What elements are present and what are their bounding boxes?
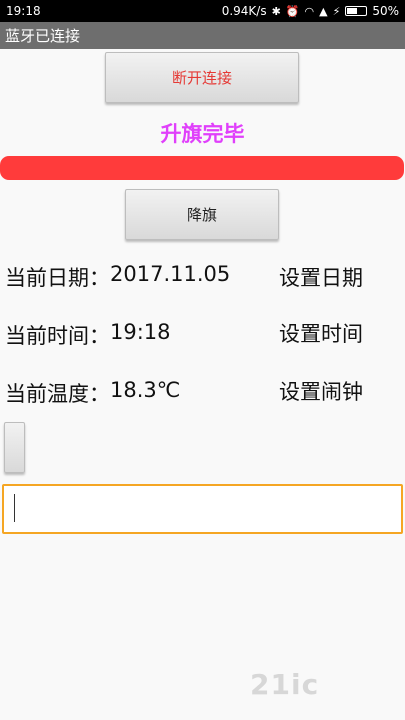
flag-status-text: 升旗完毕 — [160, 122, 245, 146]
signal-icon: ▲ — [319, 4, 328, 18]
small-button[interactable] — [4, 422, 25, 473]
date-label: 当前日期： — [5, 266, 110, 290]
set-alarm-button[interactable]: 设置闹钟 — [279, 376, 363, 406]
temp-label: 当前温度： — [5, 382, 110, 406]
battery-percent: 50% — [372, 4, 399, 18]
disconnect-button[interactable]: 断开连接 — [105, 52, 299, 103]
set-date-button[interactable]: 设置日期 — [279, 262, 363, 292]
date-row: 当前日期： 2017.11.05 — [5, 262, 230, 292]
lower-flag-button[interactable]: 降旗 — [125, 189, 279, 240]
status-bar: 19:18 0.94K/s ✱ ⏰ ◠ ▲ ⚡ 50% — [0, 0, 405, 22]
date-value: 2017.11.05 — [110, 262, 231, 286]
battery-icon — [345, 6, 368, 16]
temp-value: 18.3℃ — [110, 378, 181, 402]
status-bar-red — [0, 156, 404, 180]
alarm-icon: ⏰ — [285, 4, 300, 18]
set-time-button[interactable]: 设置时间 — [279, 318, 363, 348]
watermark: 21ic — [250, 668, 320, 701]
time-value: 19:18 — [110, 320, 171, 344]
text-input-field[interactable] — [2, 484, 403, 534]
time-label: 当前时间： — [5, 324, 110, 348]
text-caret — [14, 494, 15, 522]
bluetooth-icon: ✱ — [271, 4, 281, 18]
status-right: 0.94K/s ✱ ⏰ ◠ ▲ ⚡ 50% — [222, 4, 399, 18]
wifi-icon: ◠ — [304, 4, 315, 18]
app-title: 蓝牙已连接 — [5, 27, 81, 45]
status-time: 19:18 — [6, 4, 41, 18]
net-speed: 0.94K/s — [221, 4, 267, 18]
time-row: 当前时间： 19:18 — [5, 320, 171, 350]
temp-row: 当前温度： 18.3℃ — [5, 378, 180, 408]
charging-icon: ⚡ — [332, 4, 341, 18]
app-bar: 蓝牙已连接 — [0, 22, 405, 49]
